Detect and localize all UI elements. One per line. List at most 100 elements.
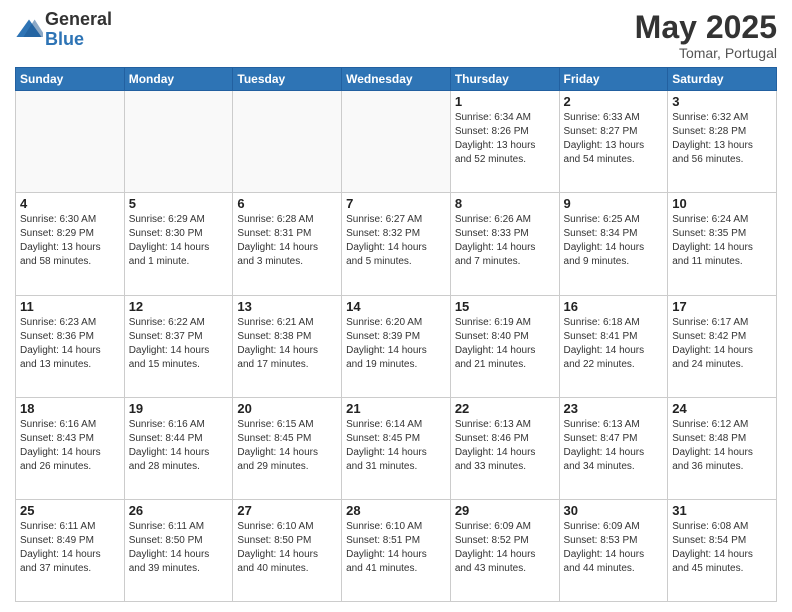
- page: General Blue May 2025 Tomar, Portugal Su…: [0, 0, 792, 612]
- day-info: Sunrise: 6:15 AMSunset: 8:45 PMDaylight:…: [237, 418, 337, 474]
- calendar-cell: 2 Sunrise: 6:33 AMSunset: 8:27 PMDaylight…: [559, 91, 668, 193]
- calendar-cell: 8Sunrise: 6:26 AMSunset: 8:33 PMDaylight…: [450, 193, 559, 295]
- day-info: Sunrise: 6:33 AMSunset: 8:27 PMDaylight:…: [564, 111, 664, 167]
- day-info: Sunrise: 6:14 AMSunset: 8:45 PMDaylight:…: [346, 418, 446, 474]
- day-info: Sunrise: 6:29 AMSunset: 8:30 PMDaylight:…: [129, 213, 229, 269]
- calendar-cell: 19 Sunrise: 6:16 AMSunset: 8:44 PMDayligh…: [124, 397, 233, 499]
- calendar-cell: [342, 91, 451, 193]
- calendar-cell: 20 Sunrise: 6:15 AMSunset: 8:45 PMDayligh…: [233, 397, 342, 499]
- header: General Blue May 2025 Tomar, Portugal: [15, 10, 777, 61]
- day-info: Sunrise: 6:28 AMSunset: 8:31 PMDaylight:…: [237, 213, 337, 269]
- day-number: 3: [672, 94, 772, 109]
- calendar-cell: 5 Sunrise: 6:29 AMSunset: 8:30 PMDaylight…: [124, 193, 233, 295]
- day-info: Sunrise: 6:19 AMSunset: 8:40 PMDaylight:…: [455, 316, 555, 372]
- day-number: 19: [129, 401, 229, 416]
- calendar-week-3: 18Sunrise: 6:16 AMSunset: 8:43 PMDayligh…: [16, 397, 777, 499]
- calendar-week-4: 25 Sunrise: 6:11 AMSunset: 8:49 PMDayligh…: [16, 499, 777, 601]
- day-number: 12: [129, 299, 229, 314]
- calendar-cell: 9Sunrise: 6:25 AMSunset: 8:34 PMDaylight…: [559, 193, 668, 295]
- day-info: Sunrise: 6:09 AMSunset: 8:53 PMDaylight:…: [564, 520, 664, 576]
- day-info: Sunrise: 6:18 AMSunset: 8:41 PMDaylight:…: [564, 316, 664, 372]
- title-month: May 2025: [635, 10, 777, 45]
- calendar-week-2: 11 Sunrise: 6:23 AMSunset: 8:36 PMDayligh…: [16, 295, 777, 397]
- day-number: 21: [346, 401, 446, 416]
- day-number: 1: [455, 94, 555, 109]
- day-number: 30: [564, 503, 664, 518]
- day-number: 18: [20, 401, 120, 416]
- logo-general-text: General: [45, 10, 112, 30]
- col-saturday: Saturday: [668, 68, 777, 91]
- day-info: Sunrise: 6:13 AMSunset: 8:46 PMDaylight:…: [455, 418, 555, 474]
- day-info: Sunrise: 6:13 AMSunset: 8:47 PMDaylight:…: [564, 418, 664, 474]
- calendar-cell: 4Sunrise: 6:30 AMSunset: 8:29 PMDaylight…: [16, 193, 125, 295]
- day-info: Sunrise: 6:11 AMSunset: 8:49 PMDaylight:…: [20, 520, 120, 576]
- day-number: 9: [564, 196, 664, 211]
- calendar-cell: 31 Sunrise: 6:08 AMSunset: 8:54 PMDayligh…: [668, 499, 777, 601]
- calendar-week-0: 1Sunrise: 6:34 AMSunset: 8:26 PMDaylight…: [16, 91, 777, 193]
- day-info: Sunrise: 6:09 AMSunset: 8:52 PMDaylight:…: [455, 520, 555, 576]
- day-number: 29: [455, 503, 555, 518]
- col-tuesday: Tuesday: [233, 68, 342, 91]
- day-number: 5: [129, 196, 229, 211]
- day-info: Sunrise: 6:17 AMSunset: 8:42 PMDaylight:…: [672, 316, 772, 372]
- day-number: 15: [455, 299, 555, 314]
- logo-icon: [15, 16, 43, 44]
- day-number: 25: [20, 503, 120, 518]
- day-number: 22: [455, 401, 555, 416]
- day-info: Sunrise: 6:23 AMSunset: 8:36 PMDaylight:…: [20, 316, 120, 372]
- title-location: Tomar, Portugal: [635, 45, 777, 61]
- calendar-cell: 3Sunrise: 6:32 AMSunset: 8:28 PMDaylight…: [668, 91, 777, 193]
- day-info: Sunrise: 6:16 AMSunset: 8:44 PMDaylight:…: [129, 418, 229, 474]
- calendar-cell: 6 Sunrise: 6:28 AMSunset: 8:31 PMDaylight…: [233, 193, 342, 295]
- calendar-cell: 12Sunrise: 6:22 AMSunset: 8:37 PMDayligh…: [124, 295, 233, 397]
- logo-blue-text: Blue: [45, 30, 112, 50]
- calendar-cell: 13 Sunrise: 6:21 AMSunset: 8:38 PMDayligh…: [233, 295, 342, 397]
- calendar-cell: 17 Sunrise: 6:17 AMSunset: 8:42 PMDayligh…: [668, 295, 777, 397]
- calendar-cell: 7Sunrise: 6:27 AMSunset: 8:32 PMDaylight…: [342, 193, 451, 295]
- calendar-cell: 10Sunrise: 6:24 AMSunset: 8:35 PMDayligh…: [668, 193, 777, 295]
- day-info: Sunrise: 6:27 AMSunset: 8:32 PMDaylight:…: [346, 213, 446, 269]
- calendar-cell: 25 Sunrise: 6:11 AMSunset: 8:49 PMDayligh…: [16, 499, 125, 601]
- day-number: 13: [237, 299, 337, 314]
- day-number: 24: [672, 401, 772, 416]
- col-sunday: Sunday: [16, 68, 125, 91]
- calendar-cell: 23 Sunrise: 6:13 AMSunset: 8:47 PMDayligh…: [559, 397, 668, 499]
- col-wednesday: Wednesday: [342, 68, 451, 91]
- calendar-cell: 21 Sunrise: 6:14 AMSunset: 8:45 PMDayligh…: [342, 397, 451, 499]
- calendar-cell: [233, 91, 342, 193]
- day-number: 20: [237, 401, 337, 416]
- calendar-cell: 15 Sunrise: 6:19 AMSunset: 8:40 PMDayligh…: [450, 295, 559, 397]
- day-number: 16: [564, 299, 664, 314]
- calendar-week-1: 4Sunrise: 6:30 AMSunset: 8:29 PMDaylight…: [16, 193, 777, 295]
- col-friday: Friday: [559, 68, 668, 91]
- day-number: 17: [672, 299, 772, 314]
- calendar-cell: 27Sunrise: 6:10 AMSunset: 8:50 PMDayligh…: [233, 499, 342, 601]
- calendar-cell: 14Sunrise: 6:20 AMSunset: 8:39 PMDayligh…: [342, 295, 451, 397]
- calendar-cell: 26Sunrise: 6:11 AMSunset: 8:50 PMDayligh…: [124, 499, 233, 601]
- day-number: 8: [455, 196, 555, 211]
- calendar-cell: 29 Sunrise: 6:09 AMSunset: 8:52 PMDayligh…: [450, 499, 559, 601]
- title-block: May 2025 Tomar, Portugal: [635, 10, 777, 61]
- calendar-cell: 1Sunrise: 6:34 AMSunset: 8:26 PMDaylight…: [450, 91, 559, 193]
- calendar-cell: 22 Sunrise: 6:13 AMSunset: 8:46 PMDayligh…: [450, 397, 559, 499]
- day-info: Sunrise: 6:10 AMSunset: 8:51 PMDaylight:…: [346, 520, 446, 576]
- day-number: 10: [672, 196, 772, 211]
- calendar-cell: 28Sunrise: 6:10 AMSunset: 8:51 PMDayligh…: [342, 499, 451, 601]
- day-info: Sunrise: 6:12 AMSunset: 8:48 PMDaylight:…: [672, 418, 772, 474]
- day-number: 23: [564, 401, 664, 416]
- day-info: Sunrise: 6:11 AMSunset: 8:50 PMDaylight:…: [129, 520, 229, 576]
- day-info: Sunrise: 6:21 AMSunset: 8:38 PMDaylight:…: [237, 316, 337, 372]
- logo-text: General Blue: [45, 10, 112, 50]
- calendar-cell: 18Sunrise: 6:16 AMSunset: 8:43 PMDayligh…: [16, 397, 125, 499]
- calendar-cell: [124, 91, 233, 193]
- day-info: Sunrise: 6:08 AMSunset: 8:54 PMDaylight:…: [672, 520, 772, 576]
- day-number: 14: [346, 299, 446, 314]
- day-number: 6: [237, 196, 337, 211]
- calendar-table: Sunday Monday Tuesday Wednesday Thursday…: [15, 67, 777, 602]
- day-number: 11: [20, 299, 120, 314]
- calendar-cell: 11 Sunrise: 6:23 AMSunset: 8:36 PMDayligh…: [16, 295, 125, 397]
- calendar-cell: 30 Sunrise: 6:09 AMSunset: 8:53 PMDayligh…: [559, 499, 668, 601]
- day-number: 2: [564, 94, 664, 109]
- logo: General Blue: [15, 10, 112, 50]
- day-number: 31: [672, 503, 772, 518]
